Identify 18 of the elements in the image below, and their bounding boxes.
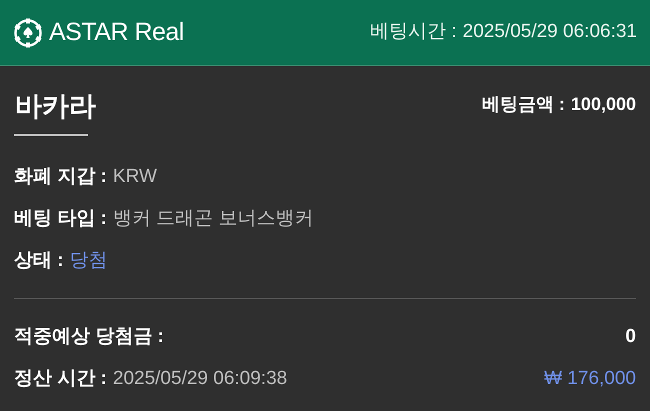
bet-time: 2025/05/29 06:06:31	[462, 20, 637, 44]
detail-label: 화폐 지갑 :	[14, 164, 107, 189]
settlement-time-label: 정산 시간 :	[14, 366, 107, 391]
detail-label: 상태 :	[14, 248, 64, 273]
detail-label: 베팅 타입 :	[14, 206, 107, 231]
expected-winnings-label: 적중예상 당첨금 :	[14, 324, 164, 349]
game-title: 바카라	[14, 90, 97, 123]
brand-name: ASTAR Real	[49, 16, 184, 48]
bet-amount-label: 베팅금액 :	[482, 93, 565, 116]
bet-amount: 100,000	[570, 93, 636, 116]
poker-chip-icon	[13, 18, 43, 48]
payout-amount: ₩ 176,000	[544, 366, 636, 391]
expected-winnings: 0	[625, 324, 636, 349]
detail-value: KRW	[112, 164, 157, 189]
bet-time-label: 베팅시간 :	[370, 20, 457, 44]
detail-value: 뱅커 드래곤 보너스뱅커	[112, 206, 314, 231]
detail-value: 당첨	[70, 248, 108, 273]
settlement-time: 2025/05/29 06:09:38	[112, 366, 288, 391]
